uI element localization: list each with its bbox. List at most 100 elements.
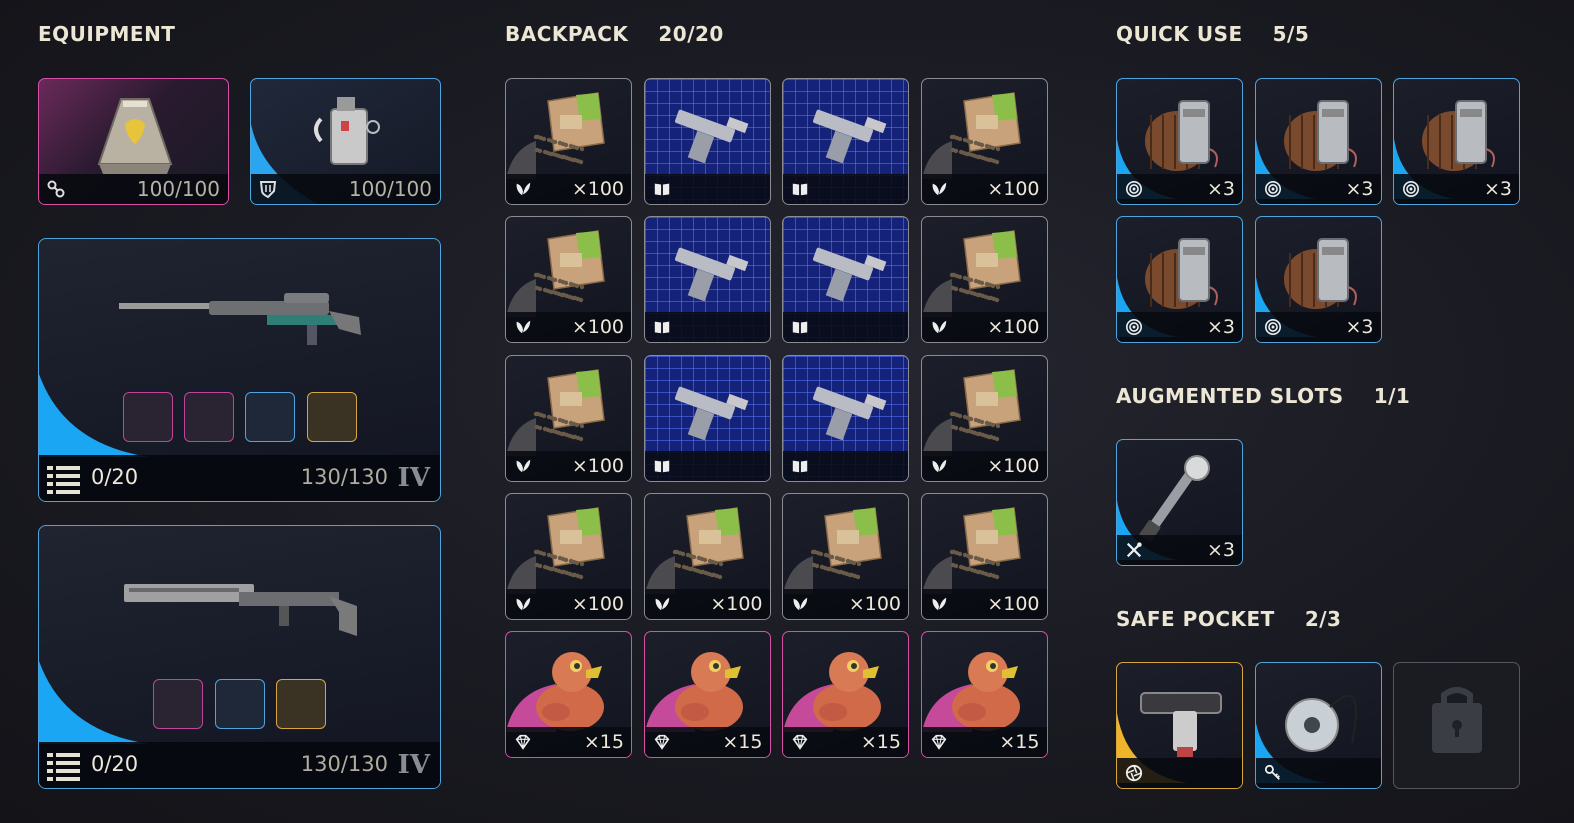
backpack-slot-quantity: ×100: [987, 178, 1040, 200]
augmented-title: AUGMENTED SLOTS 1/1: [1116, 384, 1410, 408]
shield-slot[interactable]: 100/100: [250, 78, 441, 205]
quick-use-title-text: QUICK USE: [1116, 22, 1243, 46]
gem-icon: [654, 735, 669, 750]
quick-use-slot-quantity: ×3: [1206, 316, 1235, 338]
book-icon: [792, 460, 808, 472]
augment-icon: [47, 180, 65, 198]
augment-slot[interactable]: 100/100: [38, 78, 229, 205]
augmented-slot-1[interactable]: ×3: [1116, 439, 1243, 566]
backpack-slot-6[interactable]: [643, 216, 771, 344]
backpack-slot-5[interactable]: ×100: [505, 216, 632, 344]
backpack-slot-7[interactable]: [782, 216, 909, 344]
backpack-slot-11[interactable]: [782, 354, 909, 482]
quick-use-slot-quantity: ×3: [1345, 178, 1374, 200]
augment-bar: 100/100: [39, 174, 228, 204]
lock-icon: [1432, 687, 1482, 753]
quick-use-slot-bar: ×3: [1255, 312, 1381, 342]
backpack-slot-bar: ×100: [921, 174, 1047, 204]
safe-pocket-slot-1[interactable]: [1116, 662, 1243, 789]
backpack-slot-quantity: ×15: [722, 731, 763, 754]
backpack-slot-14[interactable]: ×100: [643, 492, 771, 620]
quick-use-slot-quantity: ×3: [1345, 316, 1374, 338]
book-icon: [792, 321, 808, 334]
book-icon: [654, 460, 669, 472]
gem-icon: [515, 735, 531, 750]
safe-pocket-title-text: SAFE POCKET: [1116, 607, 1275, 631]
backpack-slot-bar: ×100: [506, 174, 631, 204]
backpack-slot-13[interactable]: ×100: [505, 492, 632, 620]
quick-use-title: QUICK USE 5/5: [1116, 22, 1309, 46]
backpack-slot-17[interactable]: ×15: [505, 631, 632, 759]
backpack-slot-quantity: ×100: [987, 454, 1040, 477]
backpack-title-text: BACKPACK: [505, 22, 629, 46]
weapon-1-attachment-1[interactable]: [123, 392, 173, 442]
target-icon: [1125, 318, 1143, 336]
quick-use-slot-bar: ×3: [1117, 174, 1242, 204]
backpack-slot-bar: ×100: [644, 588, 770, 619]
weapon-2-attachment-2[interactable]: [215, 679, 265, 729]
backpack-slot-quantity: ×100: [987, 592, 1040, 615]
quick-use-slot-bar: ×3: [1117, 312, 1242, 342]
key-icon: [1264, 764, 1280, 780]
augment-value: 100/100: [136, 177, 220, 201]
backpack-slot-12[interactable]: ×100: [920, 354, 1048, 482]
shield-icon: [259, 181, 277, 199]
target-icon: [1264, 180, 1281, 198]
weapon-2-attachment-1[interactable]: [153, 679, 203, 729]
book-icon: [654, 183, 669, 196]
quick-use-slot-bar: ×3: [1255, 174, 1381, 204]
backpack-slot-bar: [783, 312, 908, 343]
weapon-2-attachment-3[interactable]: [276, 679, 326, 729]
backpack-slot-1[interactable]: ×100: [505, 78, 632, 205]
leaf-icon: [516, 182, 531, 196]
backpack-slot-bar: ×15: [783, 727, 908, 758]
weapon-1-attachment-4[interactable]: [307, 392, 357, 442]
augmented-title-text: AUGMENTED SLOTS: [1116, 384, 1344, 408]
target-icon: [1402, 180, 1420, 198]
backpack-slot-10[interactable]: [643, 354, 771, 482]
backpack-slot-quantity: ×100: [571, 316, 624, 339]
backpack-slot-9[interactable]: ×100: [505, 354, 632, 482]
safe-pocket-slot-bar: [1255, 758, 1381, 788]
quick-use-slot-5[interactable]: ×3: [1254, 216, 1382, 343]
weapon-1-attachment-3[interactable]: [245, 392, 295, 442]
leaf-icon: [655, 597, 669, 611]
book-icon: [654, 321, 669, 334]
backpack-slot-4[interactable]: ×100: [920, 78, 1048, 205]
weapon-1-bar: 0/20 130/130 IV: [39, 455, 440, 501]
weapon-slot-1[interactable]: 0/20 130/130 IV: [38, 238, 441, 502]
safe-pocket-slot-bar: [1117, 758, 1242, 788]
backpack-slot-bar: [783, 174, 908, 204]
quick-use-slot-3[interactable]: ×3: [1393, 78, 1520, 205]
weapon-slot-2[interactable]: 0/20 130/130 IV: [38, 525, 441, 789]
backpack-slot-18[interactable]: ×15: [643, 631, 771, 759]
backpack-slot-16[interactable]: ×100: [920, 492, 1048, 620]
backpack-slot-20[interactable]: ×15: [920, 631, 1048, 759]
quick-use-slot-4[interactable]: ×3: [1116, 216, 1243, 343]
weapon-2-durability: 130/130: [300, 752, 388, 776]
quick-use-slot-2[interactable]: ×3: [1254, 78, 1382, 205]
backpack-slot-15[interactable]: ×100: [782, 492, 909, 620]
aperture-icon: [1125, 764, 1143, 782]
backpack-slot-bar: ×100: [506, 312, 631, 343]
augmented-count: 1/1: [1373, 384, 1411, 408]
target-icon: [1264, 318, 1281, 336]
equipment-title-text: EQUIPMENT: [38, 22, 176, 46]
backpack-slot-8[interactable]: ×100: [920, 216, 1048, 344]
weapon-1-ammo: 0/20: [91, 465, 139, 489]
backpack-slot-3[interactable]: [782, 78, 909, 205]
backpack-slot-19[interactable]: ×15: [782, 631, 909, 759]
weapon-2-ammo: 0/20: [91, 752, 139, 776]
backpack-slot-bar: ×15: [506, 727, 631, 758]
book-icon: [792, 183, 808, 196]
weapon-1-attachment-2[interactable]: [184, 392, 234, 442]
backpack-slot-quantity: ×15: [583, 731, 624, 754]
weapon-1-tier: IV: [397, 463, 430, 493]
safe-pocket-slot-2[interactable]: [1254, 662, 1382, 789]
ammo-list-icon: [47, 466, 80, 494]
backpack-slot-2[interactable]: [643, 78, 771, 205]
safe-pocket-slot-3: [1393, 662, 1520, 789]
quick-use-slot-1[interactable]: ×3: [1116, 78, 1243, 205]
backpack-slot-bar: ×100: [921, 312, 1047, 343]
backpack-slot-bar: ×100: [783, 588, 908, 619]
